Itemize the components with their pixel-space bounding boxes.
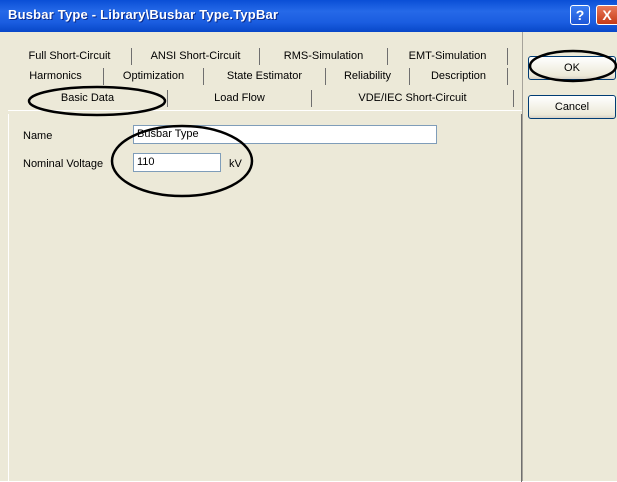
tab-panel-edge [8, 110, 522, 111]
button-column-divider [522, 32, 523, 481]
basic-data-panel: Name Busbar Type Nominal Voltage 110 kV [8, 114, 522, 482]
ok-button[interactable]: OK [528, 56, 616, 80]
tab-row-3: Basic Data Load Flow VDE/IEC Short-Circu… [8, 90, 522, 108]
close-icon[interactable]: X [596, 5, 617, 25]
help-icon[interactable]: ? [570, 5, 590, 25]
cancel-button[interactable]: Cancel [528, 95, 616, 119]
tab-ansi-short-circuit[interactable]: ANSI Short-Circuit [132, 48, 260, 65]
tab-load-flow[interactable]: Load Flow [168, 90, 312, 107]
window-title: Busbar Type - Library\Busbar Type.TypBar [8, 7, 279, 22]
tab-harmonics[interactable]: Harmonics [8, 68, 104, 85]
name-field[interactable]: Busbar Type [133, 125, 437, 144]
tab-full-short-circuit[interactable]: Full Short-Circuit [8, 48, 132, 65]
voltage-unit: kV [229, 158, 242, 170]
tab-row-1: Full Short-Circuit ANSI Short-Circuit RM… [8, 48, 522, 66]
tab-description[interactable]: Description [410, 68, 508, 85]
title-bar[interactable]: Busbar Type - Library\Busbar Type.TypBar… [0, 0, 617, 32]
dialog-window: Busbar Type - Library\Busbar Type.TypBar… [0, 0, 617, 482]
tab-emt-simulation[interactable]: EMT-Simulation [388, 48, 508, 65]
tab-row-2: Harmonics Optimization State Estimator R… [8, 68, 522, 86]
name-label: Name [23, 130, 53, 142]
tab-reliability[interactable]: Reliability [326, 68, 410, 85]
tab-basic-data[interactable]: Basic Data [8, 90, 168, 107]
tab-rms-simulation[interactable]: RMS-Simulation [260, 48, 388, 65]
tab-state-estimator[interactable]: State Estimator [204, 68, 326, 85]
tab-optimization[interactable]: Optimization [104, 68, 204, 85]
nominal-voltage-field[interactable]: 110 [133, 153, 221, 172]
tab-vde-iec-short-circuit[interactable]: VDE/IEC Short-Circuit [312, 90, 514, 107]
nominal-voltage-label: Nominal Voltage [23, 158, 104, 170]
